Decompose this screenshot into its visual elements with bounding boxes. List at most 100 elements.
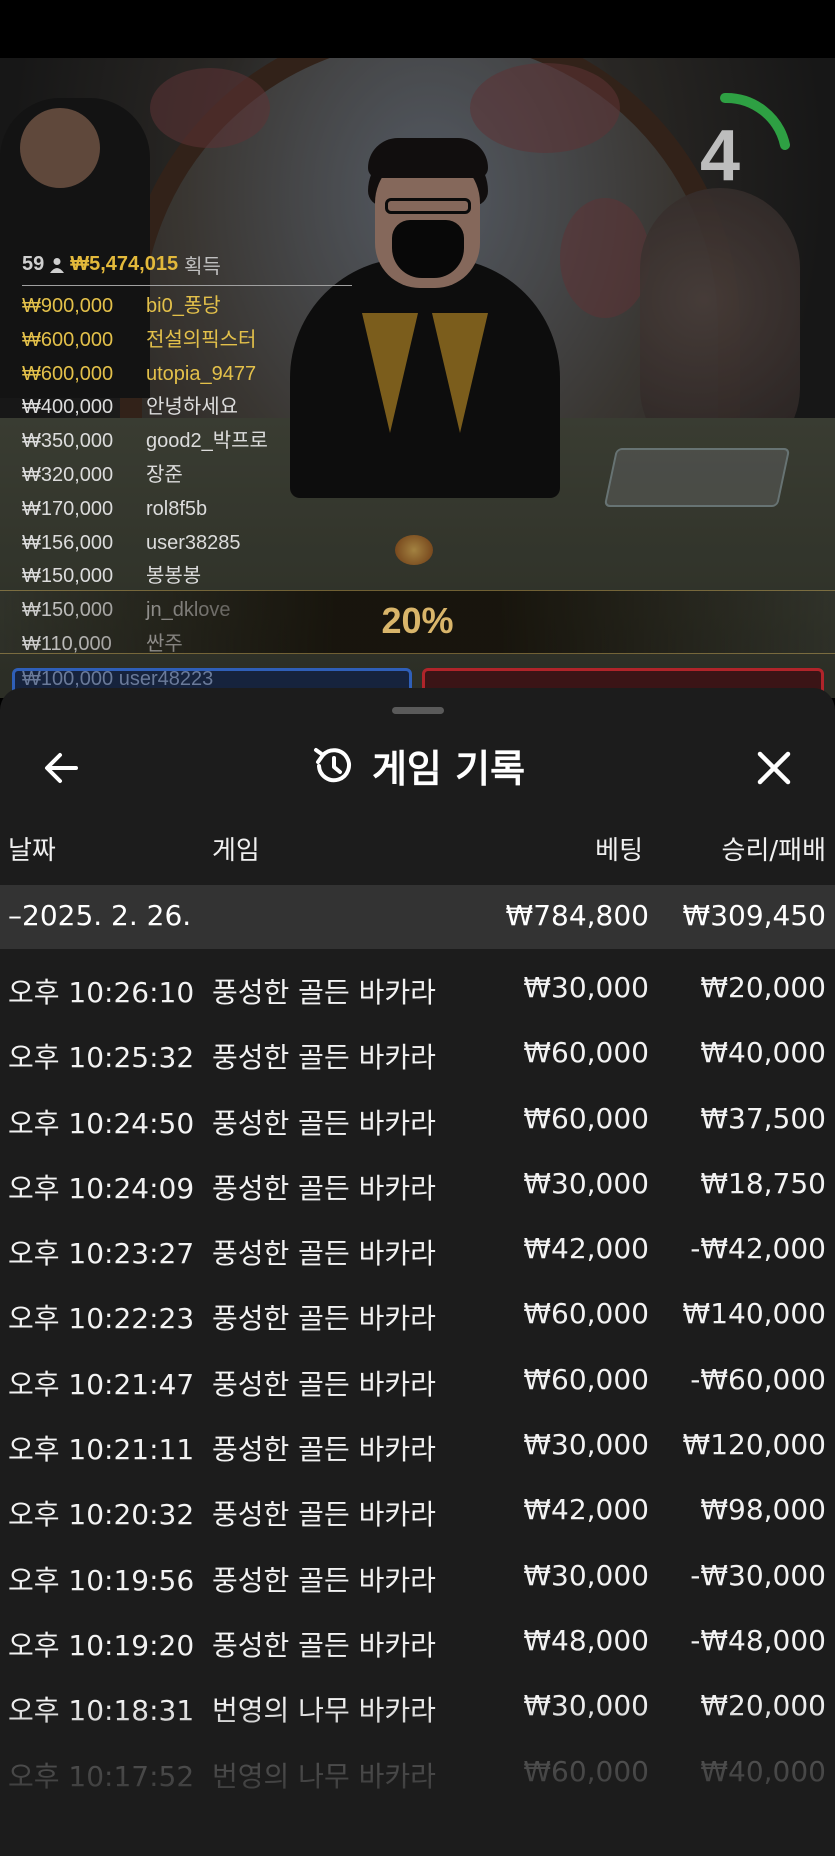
row-bet: ₩48,000	[523, 1623, 649, 1657]
row-time: 오후 10:26:10	[8, 976, 195, 1009]
close-button[interactable]	[746, 740, 802, 796]
history-row[interactable]: 오후 10:26:10 풍성한 골든 바카라 ₩30,000 ₩20,000	[0, 955, 835, 1020]
winner-name: user38285	[146, 531, 241, 554]
row-time: 오후 10:20:32	[8, 1498, 195, 1532]
row-time: 오후 10:19:20	[8, 1628, 195, 1662]
column-date: 날짜	[8, 836, 56, 866]
row-game: 풍성한 골든 바카라	[212, 1498, 436, 1532]
row-bet: ₩60,000	[523, 1036, 649, 1070]
history-row[interactable]: 오후 10:21:11 풍성한 골든 바카라 ₩30,000 ₩120,000	[0, 1412, 835, 1477]
row-game: 풍성한 골든 바카라	[212, 1628, 436, 1662]
winner-name: bi0_퐁당	[146, 295, 221, 317]
drag-handle[interactable]	[392, 707, 444, 714]
winner-amount: ₩320,000	[22, 463, 114, 486]
row-bet: ₩60,000	[523, 1297, 649, 1331]
column-bet: 베팅	[595, 836, 643, 866]
row-bet: ₩30,000	[523, 1166, 649, 1200]
winner-entry: ₩170,000 rol8f5b	[22, 493, 382, 527]
row-time: 오후 10:19:56	[8, 1563, 195, 1597]
winners-divider	[22, 285, 352, 286]
history-row[interactable]: 오후 10:25:32 풍성한 골든 바카라 ₩60,000 ₩40,000	[0, 1020, 835, 1085]
row-result: ₩18,750	[700, 1166, 826, 1200]
winner-amount: ₩600,000	[22, 362, 114, 385]
winner-amount: ₩400,000	[22, 396, 114, 419]
winner-amount: ₩170,000	[22, 497, 114, 520]
winner-entry: ₩600,000 전설의픽스터	[22, 324, 382, 358]
row-game: 풍성한 골든 바카라	[212, 1106, 436, 1140]
date-summary-row[interactable]: –2025. 2. 26. ₩784,800 ₩309,450	[0, 885, 835, 949]
row-game: 풍성한 골든 바카라	[212, 1563, 436, 1597]
history-row[interactable]: 오후 10:20:32 풍성한 골든 바카라 ₩42,000 ₩98,000	[0, 1477, 835, 1542]
row-bet: ₩42,000	[523, 1232, 649, 1266]
row-game: 풍성한 골든 바카라	[212, 1041, 436, 1075]
winner-name: rol8f5b	[146, 497, 208, 520]
row-bet: ₩42,000	[523, 1493, 649, 1527]
winner-entry: ₩320,000 장준	[22, 459, 382, 493]
row-time: 오후 10:24:09	[8, 1171, 195, 1205]
row-result: ₩37,500	[700, 1101, 826, 1135]
winners-total: ₩5,474,015	[70, 253, 179, 275]
history-icon	[313, 747, 351, 782]
history-row[interactable]: 오후 10:19:56 풍성한 골든 바카라 ₩30,000 -₩30,000	[0, 1543, 835, 1608]
winner-name: 전설의픽스터	[146, 328, 257, 351]
winner-amount: ₩600,000	[22, 328, 114, 351]
history-row[interactable]: 오후 10:23:27 풍성한 골든 바카라 ₩42,000 -₩42,000	[0, 1216, 835, 1281]
winner-entry: ₩156,000 user38285	[22, 527, 382, 561]
winners-label: 획득	[184, 256, 221, 278]
row-result: ₩40,000	[700, 1036, 826, 1070]
row-game: 풍성한 골든 바카라	[212, 1367, 436, 1401]
winner-name: 장준	[146, 463, 183, 486]
summary-result: ₩309,450	[682, 899, 826, 932]
close-icon	[757, 751, 791, 785]
row-game: 풍성한 골든 바카라	[212, 1171, 436, 1205]
winner-amount: ₩350,000	[22, 430, 114, 453]
history-rows: 오후 10:26:10 풍성한 골든 바카라 ₩30,000 ₩20,000 오후 10…	[0, 955, 835, 1804]
row-game: 풍성한 골든 바카라	[212, 1433, 436, 1467]
history-row[interactable]: 오후 10:24:50 풍성한 골든 바카라 ₩60,000 ₩37,500	[0, 1086, 835, 1151]
row-time: 오후 10:25:32	[8, 1041, 195, 1075]
row-result: -₩60,000	[690, 1362, 826, 1396]
row-bet: ₩30,000	[523, 1558, 649, 1592]
row-bet: ₩60,000	[523, 1362, 649, 1396]
winners-header: 59 ₩5,474,015 획득	[22, 250, 382, 279]
row-result: -₩48,000	[690, 1623, 826, 1657]
column-game: 게임	[212, 836, 260, 866]
winner-amount: ₩156,000	[22, 531, 114, 554]
scroll-fade	[0, 1700, 835, 1856]
winner-entry: ₩400,000 안녕하세요	[22, 391, 382, 425]
winners-count: 59	[22, 253, 45, 275]
row-bet: ₩30,000	[523, 1428, 649, 1462]
row-result: ₩140,000	[682, 1297, 826, 1331]
row-result: -₩30,000	[690, 1558, 826, 1592]
row-time: 오후 10:24:50	[8, 1106, 195, 1140]
row-result: ₩120,000	[682, 1428, 826, 1462]
history-row[interactable]: 오후 10:24:09 풍성한 골든 바카라 ₩30,000 ₩18,750	[0, 1151, 835, 1216]
winner-entry: ₩900,000 bi0_퐁당	[22, 290, 382, 324]
history-row[interactable]: 오후 10:22:23 풍성한 골든 바카라 ₩60,000 ₩140,000	[0, 1281, 835, 1346]
winner-name: good2_박프로	[146, 430, 268, 453]
row-game: 풍성한 골든 바카라	[212, 976, 436, 1009]
row-bet: ₩30,000	[523, 971, 649, 1004]
row-result: ₩20,000	[700, 971, 826, 1004]
history-row[interactable]: 오후 10:19:20 풍성한 골든 바카라 ₩48,000 -₩48,000	[0, 1608, 835, 1673]
summary-bet: ₩784,800	[505, 899, 649, 932]
winner-entry: ₩600,000 utopia_9477	[22, 358, 382, 392]
percent-value: 20%	[381, 600, 454, 641]
winner-amount: ₩900,000	[22, 295, 114, 317]
summary-date: –2025. 2. 26.	[8, 899, 192, 932]
column-headers: 날짜 게임 베팅 승리/패배	[0, 830, 835, 870]
winner-name: utopia_9477	[146, 362, 257, 385]
history-row[interactable]: 오후 10:21:47 풍성한 골든 바카라 ₩60,000 -₩60,000	[0, 1347, 835, 1412]
panel-header: 게임 기록	[0, 728, 835, 791]
person-icon	[50, 257, 65, 273]
row-time: 오후 10:21:47	[8, 1367, 195, 1401]
row-time: 오후 10:22:23	[8, 1302, 195, 1336]
panel-title-group: 게임 기록	[0, 738, 835, 793]
round-timer: 4	[700, 116, 741, 196]
panel-title: 게임 기록	[371, 747, 526, 791]
column-result: 승리/패배	[721, 836, 826, 866]
row-time: 오후 10:23:27	[8, 1237, 195, 1271]
row-time: 오후 10:21:11	[8, 1433, 195, 1467]
row-bet: ₩60,000	[523, 1101, 649, 1135]
top-bar	[0, 0, 835, 58]
